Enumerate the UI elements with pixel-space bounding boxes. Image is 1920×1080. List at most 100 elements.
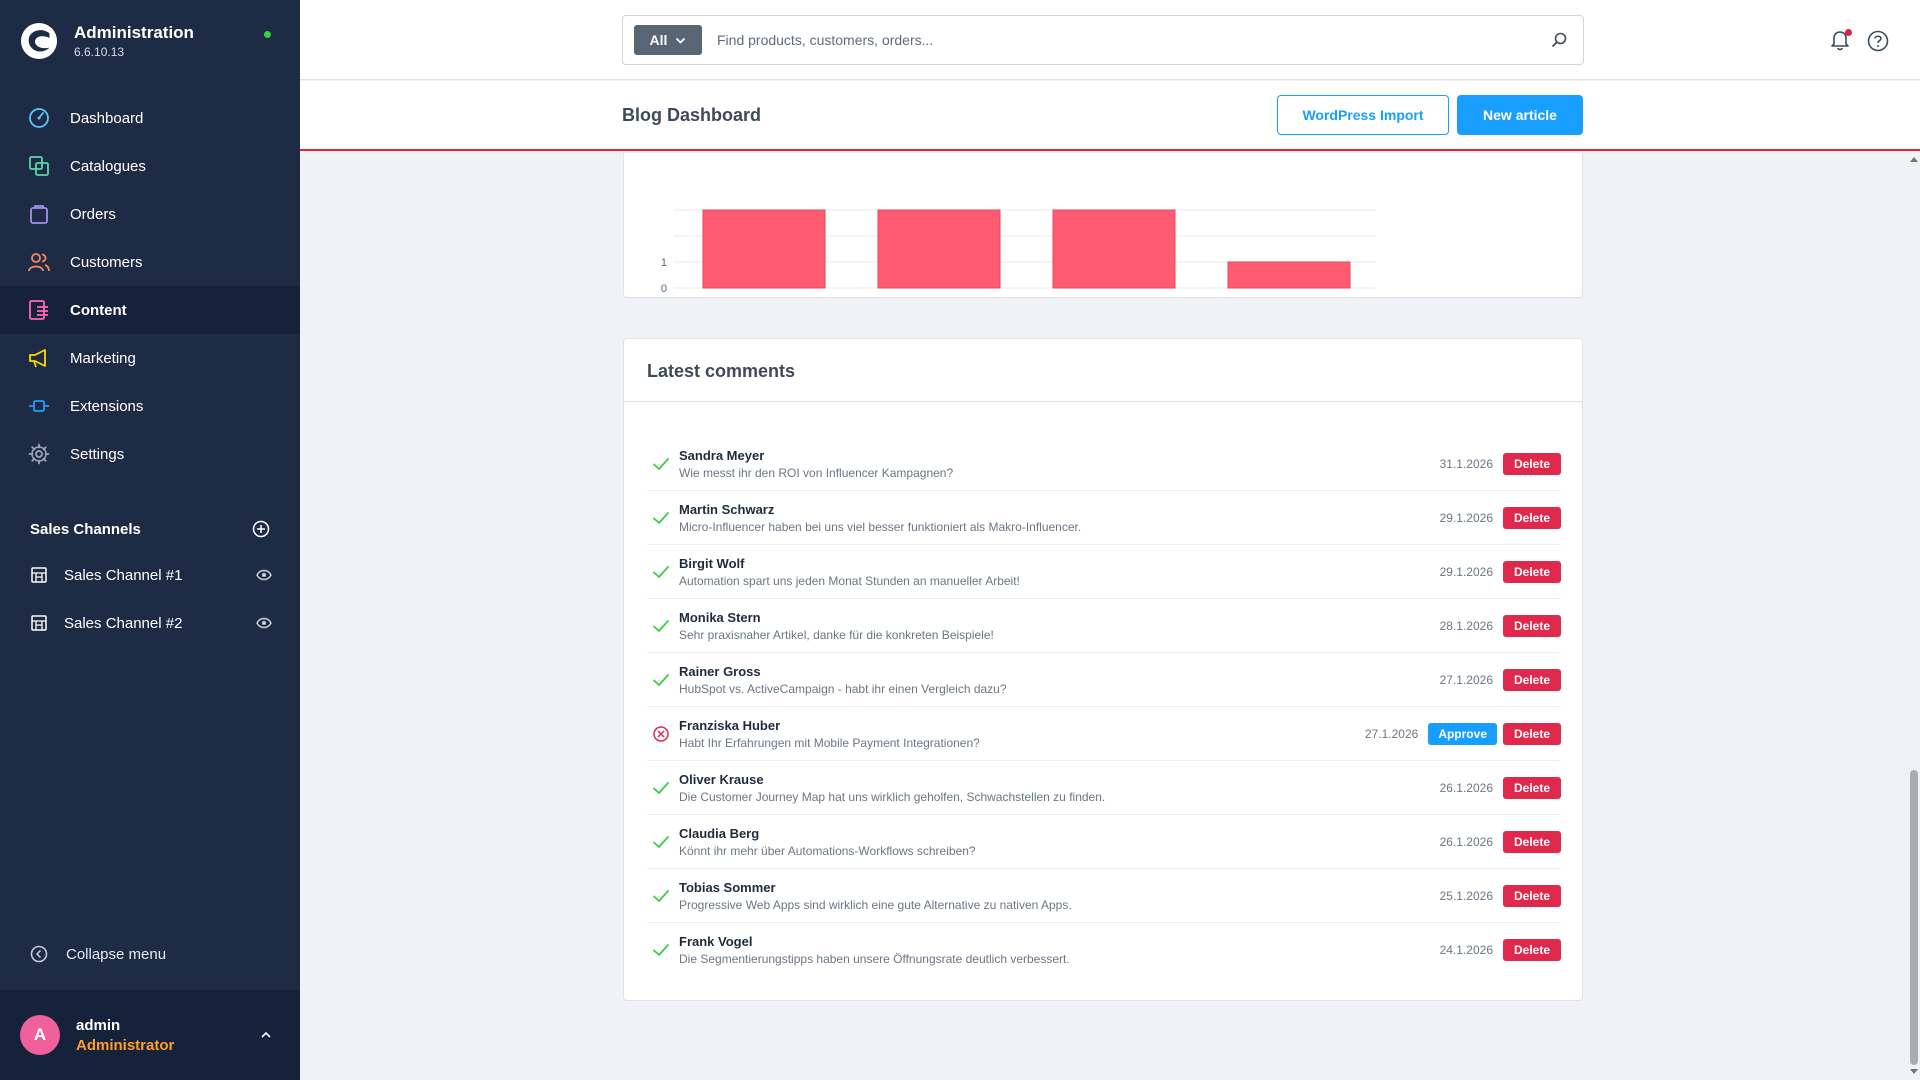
comment-text: Claudia Berg Könnt ihr mehr über Automati…	[679, 826, 1440, 858]
comment-row: Claudia Berg Könnt ihr mehr über Automati…	[647, 815, 1561, 869]
comment-row: Monika Stern Sehr praxisnaher Artikel, da…	[647, 599, 1561, 653]
bag-icon	[30, 205, 48, 224]
nav-item-customers[interactable]: Customers	[0, 238, 300, 286]
collapse-menu-button[interactable]: Collapse menu	[30, 945, 166, 963]
delete-button[interactable]: Delete	[1503, 776, 1561, 799]
add-sales-channel-icon[interactable]	[252, 520, 270, 538]
comment-body: Die Customer Journey Map hat uns wirklic…	[679, 789, 1106, 804]
eye-icon[interactable]	[256, 617, 272, 629]
new-article-button[interactable]: New article	[1457, 95, 1583, 135]
nav-label: Settings	[70, 445, 125, 463]
comment-text: Frank Vogel Die Segmentierungstipps haben…	[679, 934, 1440, 966]
help-icon[interactable]	[1867, 30, 1889, 52]
sales-channel-item-2[interactable]: Sales Channel #2	[30, 611, 272, 635]
delete-button[interactable]: Delete	[1503, 830, 1561, 853]
scroll-up-arrow-icon[interactable]	[1910, 156, 1918, 162]
comment-author: Rainer Gross	[679, 663, 761, 679]
sales-channel-item-1[interactable]: Sales Channel #1	[30, 563, 272, 587]
nav-label: Orders	[70, 205, 116, 223]
scroll-down-arrow-icon[interactable]	[1910, 1069, 1918, 1075]
sales-channel-label: Sales Channel #2	[64, 614, 183, 632]
nav-item-dashboard[interactable]: Dashboard	[0, 94, 300, 142]
app-title: Administration	[74, 23, 194, 42]
smart-bar: Blog Dashboard WordPress Import New arti…	[300, 81, 1920, 151]
search-icon[interactable]	[1551, 32, 1567, 48]
main-navigation: Dashboard Catalogues Orders Customers Co…	[0, 94, 300, 478]
chevron-left-circle-icon	[30, 945, 48, 963]
delete-button[interactable]: Delete	[1503, 884, 1561, 907]
sales-channel-label: Sales Channel #1	[64, 566, 183, 584]
shopware-logo-icon	[20, 22, 58, 60]
nav-item-marketing[interactable]: Marketing	[0, 334, 300, 382]
card-divider	[624, 401, 1582, 402]
posts-chart-card: 012026-01-272026-01-282026-01-292026-01-…	[623, 153, 1583, 298]
comment-row: Frank Vogel Die Segmentierungstipps haben…	[647, 923, 1561, 977]
comment-text: Birgit Wolf Automation spart uns jeden Mo…	[679, 556, 1440, 588]
eye-icon[interactable]	[256, 569, 272, 581]
comment-date: 27.1.2026	[1364, 726, 1419, 741]
comment-date: 26.1.2026	[1439, 834, 1493, 849]
sales-channels-title: Sales Channels	[30, 520, 141, 538]
nav-item-orders[interactable]: Orders	[0, 190, 300, 238]
delete-button[interactable]: Delete	[1503, 722, 1561, 745]
delete-button[interactable]: Delete	[1503, 668, 1561, 691]
comment-date: 25.1.2026	[1439, 888, 1493, 903]
scrollbar-thumb[interactable]	[1910, 770, 1918, 1065]
search-input[interactable]	[717, 32, 1551, 48]
posts-bar-chart: 012026-01-272026-01-282026-01-292026-01-…	[661, 209, 1376, 295]
nav-label: Content	[70, 301, 127, 319]
wordpress-import-button[interactable]: WordPress Import	[1277, 95, 1449, 135]
comment-body: Könnt ihr mehr über Automations-Workflow…	[679, 843, 976, 858]
bar	[1052, 209, 1176, 289]
comment-date: 31.1.2026	[1439, 456, 1493, 471]
delete-button[interactable]: Delete	[1503, 560, 1561, 583]
delete-button[interactable]: Delete	[1503, 506, 1561, 529]
comment-date: 29.1.2026	[1439, 564, 1493, 579]
content-icon	[29, 300, 48, 320]
comment-row: Tobias Sommer Progressive Web Apps sind w…	[647, 869, 1561, 923]
comment-date: 27.1.2026	[1439, 672, 1493, 687]
comment-row: Martin Schwarz Micro-Influencer haben bei…	[647, 491, 1561, 545]
comment-body: Progressive Web Apps sind wirklich eine …	[679, 897, 1072, 912]
comment-author: Monika Stern	[679, 609, 761, 625]
comment-text: Monika Stern Sehr praxisnaher Artikel, da…	[679, 610, 1440, 642]
comment-author: Claudia Berg	[679, 825, 760, 841]
page-scrollbar[interactable]	[1908, 153, 1920, 1080]
comment-author: Martin Schwarz	[679, 501, 775, 517]
nav-label: Dashboard	[70, 109, 144, 127]
y-tick-label: 0	[661, 283, 667, 295]
comment-body: Automation spart uns jeden Monat Stunden…	[679, 573, 1020, 588]
approve-button[interactable]: Approve	[1428, 722, 1497, 745]
delete-button[interactable]: Delete	[1503, 614, 1561, 637]
chevron-up-icon[interactable]	[260, 1031, 272, 1039]
gear-icon	[28, 443, 50, 465]
nav-item-catalogues[interactable]: Catalogues	[0, 142, 300, 190]
search-type-label: All	[649, 32, 668, 48]
user-menu[interactable]: A admin Administrator	[0, 990, 300, 1080]
comment-date: 26.1.2026	[1439, 780, 1493, 795]
brand[interactable]: Administration 6.6.10.13	[20, 22, 194, 60]
comment-row: Birgit Wolf Automation spart uns jeden Mo…	[647, 545, 1561, 599]
delete-button[interactable]: Delete	[1503, 939, 1561, 961]
delete-button[interactable]: Delete	[1503, 452, 1561, 475]
nav-label: Catalogues	[70, 157, 146, 175]
comment-date: 29.1.2026	[1439, 510, 1493, 525]
collapse-menu-label: Collapse menu	[66, 945, 167, 963]
nav-item-content[interactable]: Content	[0, 286, 300, 334]
x-circle-icon	[653, 725, 669, 742]
comment-text: Tobias Sommer Progressive Web Apps sind w…	[679, 880, 1440, 912]
comment-body: Die Segmentierungstipps haben unsere Öff…	[679, 952, 1070, 966]
notification-badge	[1845, 29, 1852, 36]
comment-row: Franziska Huber Habt Ihr Erfahrungen mit …	[647, 707, 1561, 761]
check-icon	[653, 511, 669, 524]
global-search: All	[622, 15, 1584, 65]
comments-list: Sandra Meyer Wie messt ihr den ROI von In…	[647, 437, 1561, 977]
nav-label: Extensions	[70, 397, 144, 415]
search-type-select[interactable]: All	[634, 25, 702, 55]
comment-row: Rainer Gross HubSpot vs. ActiveCampaign -…	[647, 653, 1561, 707]
nav-item-settings[interactable]: Settings	[0, 430, 300, 478]
bar	[877, 209, 1001, 289]
nav-item-extensions[interactable]: Extensions	[0, 382, 300, 430]
check-icon	[653, 781, 669, 794]
comment-author: Tobias Sommer	[679, 879, 776, 895]
